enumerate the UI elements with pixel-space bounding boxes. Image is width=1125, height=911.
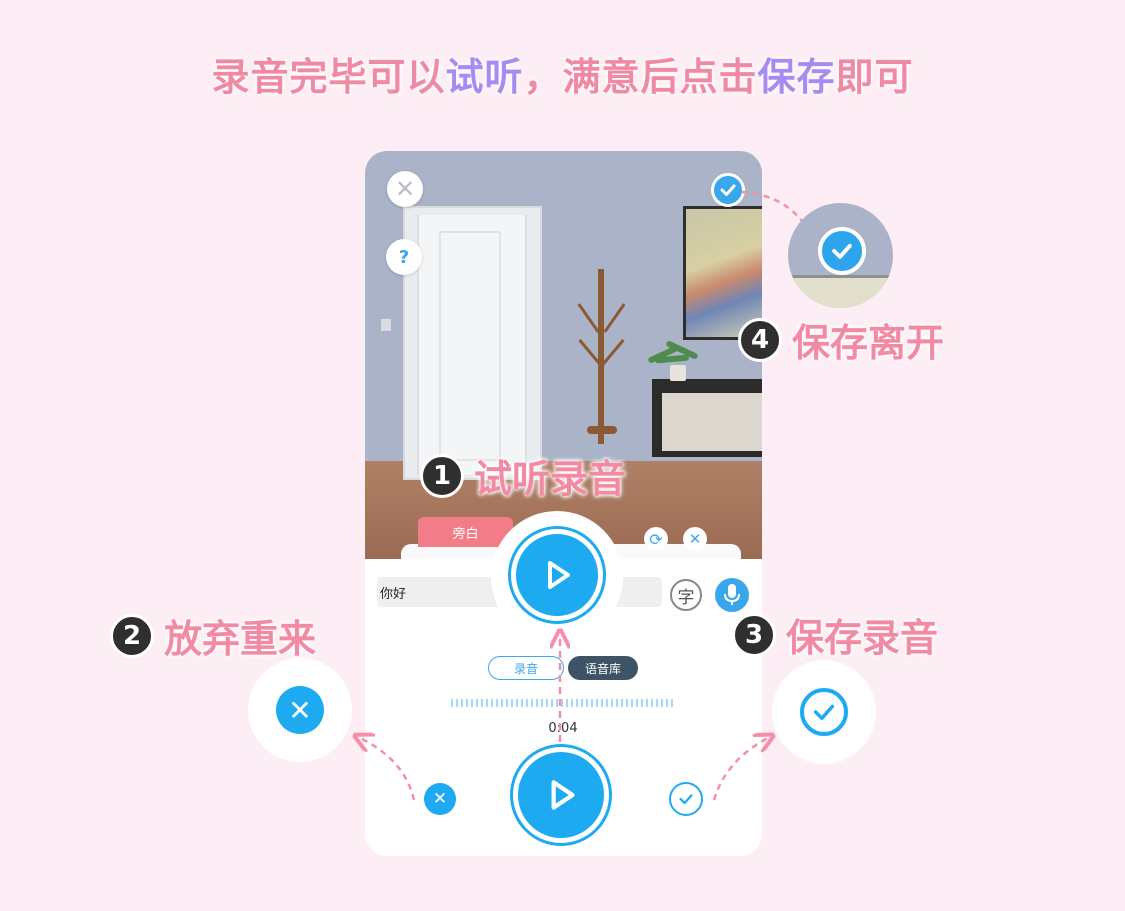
step-label: 保存录音 — [786, 616, 939, 660]
discard-callout-badge: ✕ — [276, 686, 324, 734]
step-number: 1 — [420, 453, 464, 498]
step-2: 2 放弃重来 — [110, 608, 316, 663]
step-number: 4 — [738, 317, 782, 362]
step-number: 3 — [732, 612, 776, 657]
check-icon — [832, 243, 852, 259]
save-exit-zoom — [788, 203, 893, 308]
step-4: 4 保存离开 — [738, 312, 944, 367]
discard-callout: ✕ — [248, 658, 352, 762]
step-label: 放弃重来 — [164, 617, 317, 661]
arrow-discard — [360, 738, 416, 801]
step-3: 3 保存录音 — [732, 607, 938, 662]
step-1: 1 试听录音 — [420, 448, 626, 503]
check-icon — [813, 704, 835, 721]
step-number: 2 — [110, 613, 154, 658]
save-callout — [772, 660, 876, 764]
arrow-save — [712, 738, 768, 801]
zoom-check-badge — [818, 227, 866, 275]
close-icon: ✕ — [288, 693, 312, 727]
step-label: 保存离开 — [792, 321, 945, 365]
save-callout-badge — [800, 688, 848, 736]
step-label: 试听录音 — [474, 457, 627, 501]
zoom-ledge — [788, 275, 893, 308]
